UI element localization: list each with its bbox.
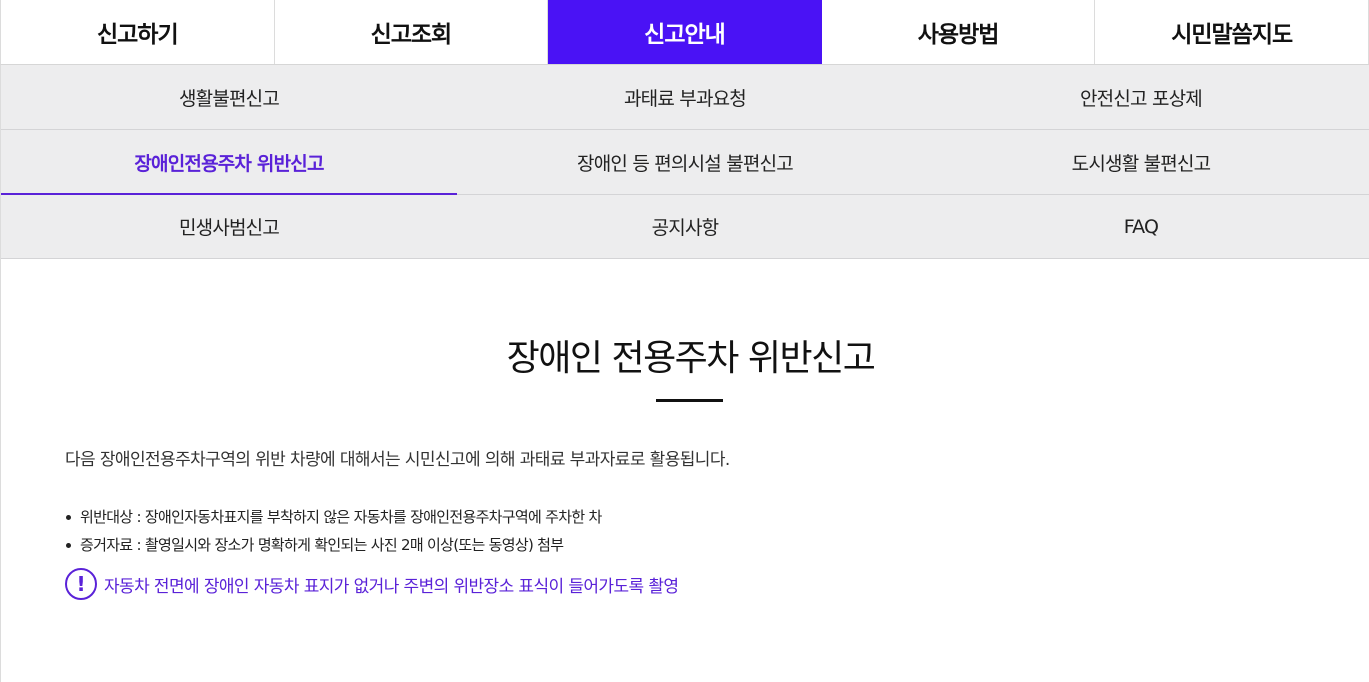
exclamation-circle-icon: ! xyxy=(65,568,97,600)
main-tab-howto[interactable]: 사용방법 xyxy=(821,0,1096,64)
photo-notice: ! 자동차 전면에 장애인 자동차 표지가 없거나 주변의 위반장소 표식이 들… xyxy=(65,568,679,600)
sub-nav: 생활불편신고 과태료 부과요청 안전신고 포상제 장애인전용주차 위반신고 장애… xyxy=(0,65,1369,259)
main-tab-lookup[interactable]: 신고조회 xyxy=(274,0,549,64)
list-item: 위반대상 : 장애인자동차표지를 부착하지 않은 자동차를 장애인전용주차구역에… xyxy=(65,503,602,531)
sub-nav-item-faq[interactable]: FAQ xyxy=(913,195,1369,258)
sub-nav-item-disabled-parking[interactable]: 장애인전용주차 위반신고 xyxy=(1,130,457,195)
page-title: 장애인 전용주차 위반신고 xyxy=(506,338,876,379)
sub-nav-item-public-crime[interactable]: 민생사범신고 xyxy=(1,195,457,258)
sub-nav-item-living-inconvenience[interactable]: 생활불편신고 xyxy=(1,65,457,129)
sub-nav-item-safety-reward[interactable]: 안전신고 포상제 xyxy=(913,65,1369,129)
content-area: 장애인 전용주차 위반신고 다음 장애인전용주차구역의 위반 차량에 대해서는 … xyxy=(0,259,1369,682)
sub-nav-row: 생활불편신고 과태료 부과요청 안전신고 포상제 xyxy=(1,65,1369,130)
notice-text: 자동차 전면에 장애인 자동차 표지가 없거나 주변의 위반장소 표식이 들어가… xyxy=(104,576,679,597)
sub-nav-row: 장애인전용주차 위반신고 장애인 등 편의시설 불편신고 도시생활 불편신고 xyxy=(1,130,1369,195)
criteria-list: 위반대상 : 장애인자동차표지를 부착하지 않은 자동차를 장애인전용주차구역에… xyxy=(65,503,602,559)
sub-nav-item-notices[interactable]: 공지사항 xyxy=(457,195,913,258)
main-nav: 신고하기 신고조회 신고안내 사용방법 시민말씀지도 xyxy=(0,0,1369,65)
main-tab-report[interactable]: 신고하기 xyxy=(1,0,275,64)
sub-nav-item-fine-request[interactable]: 과태료 부과요청 xyxy=(457,65,913,129)
sub-nav-row: 민생사범신고 공지사항 FAQ xyxy=(1,195,1369,259)
main-tab-guide[interactable]: 신고안내 xyxy=(548,0,822,64)
main-tab-citizen-map[interactable]: 시민말씀지도 xyxy=(1095,0,1369,64)
sub-nav-item-accessibility-facility[interactable]: 장애인 등 편의시설 불편신고 xyxy=(457,130,913,194)
list-item: 증거자료 : 촬영일시와 장소가 명확하게 확인되는 사진 2매 이상(또는 동… xyxy=(65,531,602,559)
intro-text: 다음 장애인전용주차구역의 위반 차량에 대해서는 시민신고에 의해 과태료 부… xyxy=(65,450,730,470)
sub-nav-item-urban-living[interactable]: 도시생활 불편신고 xyxy=(913,130,1369,194)
title-underline xyxy=(656,399,723,402)
